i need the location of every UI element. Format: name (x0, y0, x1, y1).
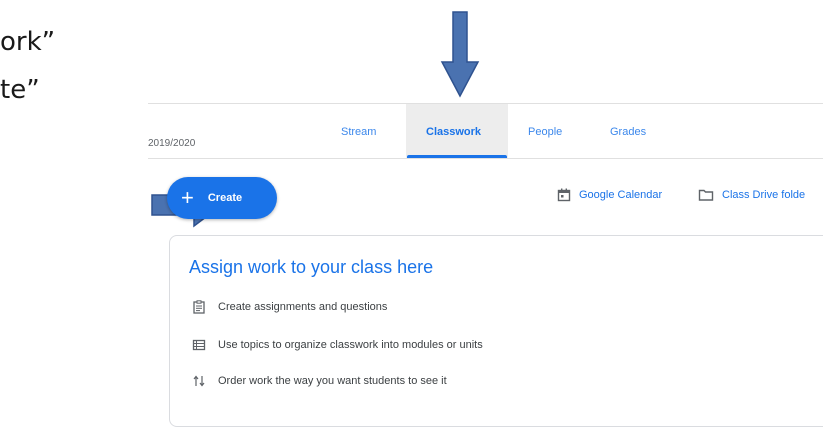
list-item: Use topics to organize classwork into mo… (192, 338, 483, 352)
list-item: Order work the way you want students to … (192, 374, 447, 388)
tab-people[interactable]: People (528, 126, 562, 138)
reorder-icon (192, 374, 206, 388)
google-calendar-link[interactable]: Google Calendar (557, 188, 662, 202)
list-item: Create assignments and questions (192, 300, 387, 314)
assignment-icon (192, 300, 206, 314)
tabs-divider (148, 158, 823, 159)
list-item-text: Use topics to organize classwork into mo… (218, 339, 483, 351)
folder-icon (698, 189, 714, 201)
list-item-text: Create assignments and questions (218, 301, 388, 313)
create-button-label: Create (207, 192, 243, 204)
tab-classwork[interactable]: Classwork (426, 126, 481, 138)
slide-text-line-1: ork” (0, 27, 56, 57)
card-title: Assign work to your class here (189, 257, 434, 277)
tab-stream[interactable]: Stream (341, 126, 376, 138)
topics-icon (192, 338, 206, 352)
calendar-icon (557, 188, 571, 202)
down-arrow-annotation (440, 11, 480, 98)
google-calendar-label: Google Calendar (579, 189, 663, 201)
list-item-text: Order work the way you want students to … (218, 375, 447, 387)
class-drive-folder-label: Class Drive folde (722, 189, 806, 201)
plus-icon: + (181, 185, 194, 210)
slide-text-line-2: te” (0, 75, 40, 105)
class-drive-folder-link[interactable]: Class Drive folde (698, 188, 805, 202)
class-term-label: 2019/2020 (148, 138, 196, 149)
create-button[interactable]: + Create (167, 177, 277, 219)
tab-grades[interactable]: Grades (610, 126, 646, 138)
